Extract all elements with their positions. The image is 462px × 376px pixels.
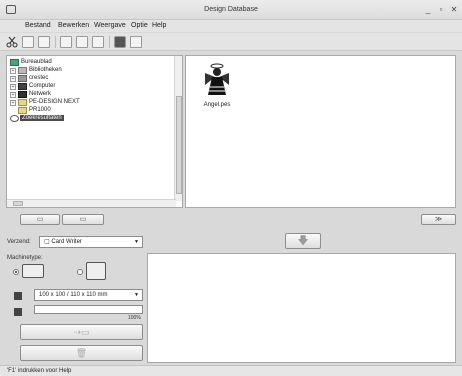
file-name: Angel.pes (203, 102, 231, 108)
toolbar-separator (55, 36, 56, 48)
chevron-down-icon: ▼ (134, 239, 139, 245)
memory-usage-fill (35, 306, 142, 313)
file-item[interactable]: Angel.pes (198, 61, 236, 111)
scrollbar-thumb[interactable] (176, 96, 182, 194)
large-icons-view-icon[interactable] (60, 36, 72, 48)
expand-icon[interactable]: + (10, 76, 16, 82)
delete-button[interactable]: 🗑 (20, 345, 143, 361)
menu-bestand[interactable]: Bestand (25, 22, 51, 29)
send-destination-select[interactable]: ▢ Card Writer ▼ (39, 236, 143, 248)
network-icon (18, 91, 27, 98)
memory-usage-percent: 100% (128, 315, 141, 321)
window-title: Design Database (204, 6, 258, 13)
menu-bar: Bestand Bewerken Weergave Optie Help (0, 20, 462, 32)
search-results-icon (10, 115, 19, 122)
hoop-size-select[interactable]: 100 x 100 / 110 x 110 mm ▼ (34, 289, 143, 301)
transfer-down-button[interactable]: 🡇 (285, 233, 321, 249)
folder-tree[interactable]: Bureaublad + Bibliotheken + crestec + Co… (6, 55, 183, 208)
expand-icon[interactable]: + (10, 68, 16, 74)
hoop-size-icon (14, 292, 22, 300)
close-icon[interactable]: ✕ (450, 5, 458, 14)
cut-icon[interactable] (6, 36, 18, 48)
angel-design-thumbnail (205, 63, 229, 95)
machine-type-label: Machinetype: (7, 255, 43, 261)
multi-needle-machine-icon (86, 262, 106, 280)
embroidery-machine-icon (22, 264, 44, 278)
computer-icon (18, 83, 27, 90)
medium-icons-view-icon[interactable] (76, 36, 88, 48)
card-contents-area[interactable] (147, 253, 456, 363)
write-to-card-button[interactable]: ⇢▭ (20, 324, 143, 340)
status-bar: 'F1' indrukken voor Help (0, 365, 462, 376)
folder-view-button[interactable]: ▭ (62, 214, 104, 225)
print-preview-icon[interactable] (130, 36, 142, 48)
expand-icon[interactable]: + (10, 92, 16, 98)
folder-icon (18, 99, 27, 106)
card-view-button[interactable]: ▭ (20, 214, 60, 225)
camera-icon[interactable] (114, 36, 126, 48)
maximize-icon[interactable]: ▫ (437, 5, 445, 14)
library-icon (18, 67, 27, 74)
menu-help[interactable]: Help (152, 22, 166, 29)
expand-icon[interactable]: + (10, 84, 16, 90)
memory-icon (14, 308, 22, 316)
paste-icon[interactable] (38, 36, 50, 48)
machine-type-radio-2[interactable] (77, 269, 83, 275)
send-label: Verzend: (7, 239, 31, 245)
desktop-icon (10, 59, 19, 66)
expand-icon[interactable]: + (10, 100, 16, 106)
toolbar-separator (109, 36, 110, 48)
machine-type-radio-1[interactable] (13, 269, 19, 275)
menu-weergave[interactable]: Weergave (94, 22, 126, 29)
menu-optie[interactable]: Optie (131, 22, 148, 29)
memory-usage-bar (34, 305, 143, 314)
scrollbar-thumb[interactable] (13, 201, 23, 206)
title-bar: Design Database _ ▫ ✕ (0, 0, 462, 20)
copy-icon[interactable] (22, 36, 34, 48)
user-folder-icon (18, 75, 27, 82)
tree-vertical-scrollbar[interactable] (174, 56, 182, 201)
menu-bewerken[interactable]: Bewerken (58, 22, 89, 29)
tree-horizontal-scrollbar[interactable] (7, 199, 176, 207)
toolbar (0, 33, 462, 51)
chevron-down-icon: ▼ (134, 292, 139, 298)
minimize-icon[interactable]: _ (424, 5, 432, 14)
collapse-panel-button[interactable]: ≫ (421, 214, 456, 225)
file-list[interactable]: Angel.pes (185, 55, 456, 208)
folder-icon (18, 107, 27, 114)
status-text: 'F1' indrukken voor Help (7, 368, 72, 374)
list-view-icon[interactable] (92, 36, 104, 48)
